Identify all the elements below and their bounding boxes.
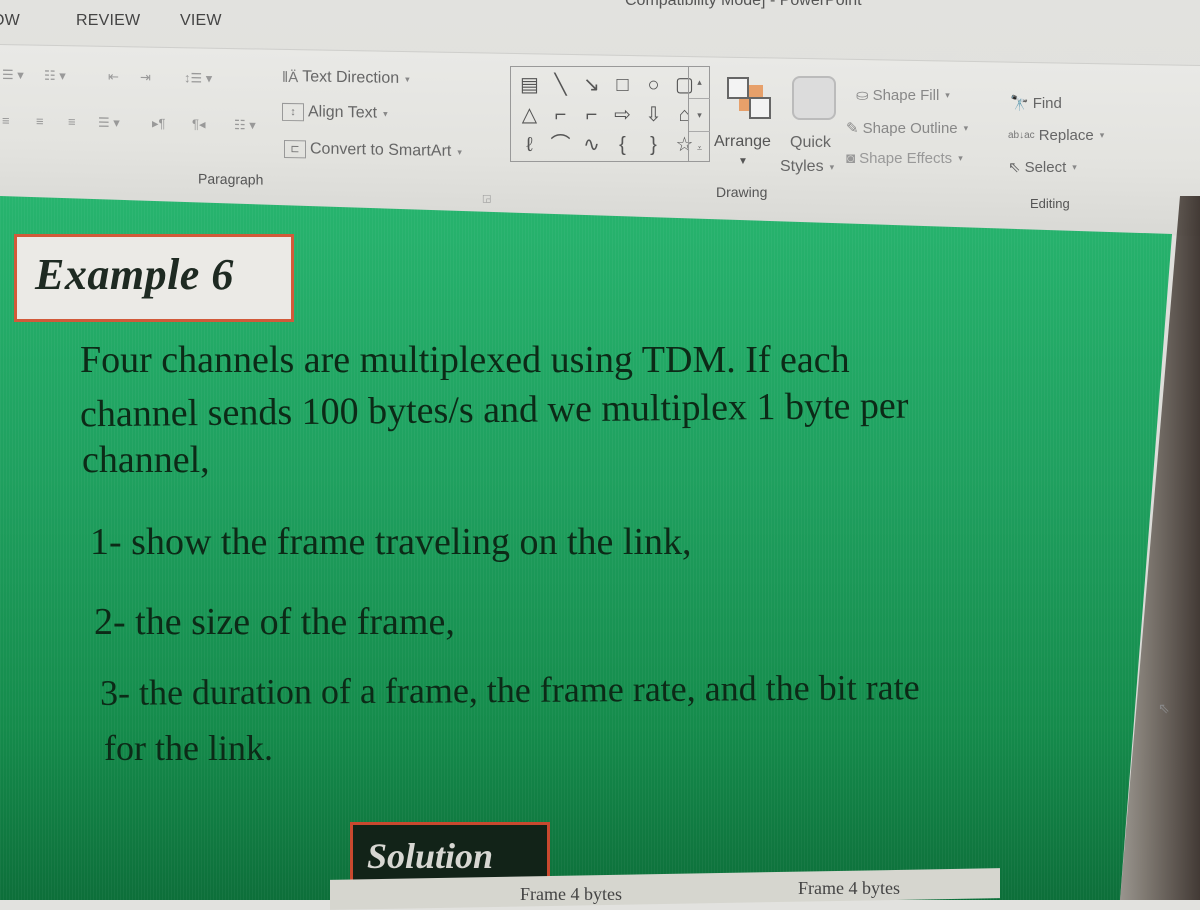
- quick-styles-label-2: Styles: [780, 158, 824, 175]
- shape-rectangle[interactable]: □: [608, 71, 637, 99]
- shape-effects-icon: ◙: [846, 150, 856, 167]
- question-item-3-line-2: for the link.: [104, 728, 273, 768]
- frame-label-1: Frame 4 bytes: [520, 884, 622, 904]
- shape-triangle[interactable]: △: [515, 101, 544, 129]
- quick-styles-button[interactable]: Quick: [790, 134, 831, 152]
- shape-fill-button[interactable]: ⛀ Shape Fill ▾: [856, 86, 950, 105]
- heading-box[interactable]: Example 6: [14, 234, 294, 322]
- find-button[interactable]: 🔭 Find: [1010, 94, 1062, 113]
- text-direction-button[interactable]: ‖Ä Text Direction ▾: [282, 68, 410, 88]
- shape-outline-label: Shape Outline: [862, 119, 958, 137]
- ltr-icon[interactable]: ▸¶: [152, 116, 166, 132]
- chevron-down-icon: ▾: [1072, 161, 1077, 172]
- chevron-down-icon: ▾: [457, 146, 462, 157]
- replace-label: Replace: [1038, 127, 1094, 144]
- shape-effects-button[interactable]: ◙ Shape Effects ▾: [846, 150, 963, 167]
- replace-button[interactable]: ab↓ac Replace ▾: [1008, 127, 1104, 144]
- window-title: Compatibility Mode] - PowerPoint: [625, 0, 862, 9]
- slide[interactable]: Example 6 Four channels are multiplexed …: [0, 196, 1200, 910]
- quick-styles-label: Quick: [790, 134, 831, 151]
- chevron-down-icon: ▾: [958, 153, 963, 163]
- shape-right-arrow[interactable]: ⇨: [608, 101, 637, 129]
- intro-line-3: channel,: [82, 439, 210, 481]
- slide-heading: Example 6: [35, 250, 234, 299]
- shapes-gallery-scroll[interactable]: ▴ ▾ ⩡: [688, 66, 710, 162]
- arrange-icon[interactable]: [727, 77, 775, 119]
- shape-textbox[interactable]: ▤: [515, 71, 544, 99]
- chevron-down-icon: ▼: [738, 156, 748, 167]
- convert-smartart-label: Convert to SmartArt: [310, 140, 452, 160]
- shape-elbow-arrow[interactable]: ⌐: [577, 101, 606, 129]
- shape-right-brace[interactable]: }: [639, 131, 668, 159]
- shape-arrow-line[interactable]: ↘: [577, 71, 606, 99]
- binoculars-icon: 🔭: [1010, 95, 1029, 112]
- paint-bucket-icon: ⛀: [856, 87, 869, 104]
- text-direction-label: Text Direction: [302, 68, 400, 87]
- chevron-down-icon: ▾: [829, 161, 835, 172]
- chevron-down-icon: ▾: [405, 73, 410, 84]
- mouse-cursor-icon: ⇖: [1158, 700, 1170, 716]
- more-shapes-icon[interactable]: ⩡: [689, 132, 710, 164]
- shape-elbow-connector[interactable]: ⌐: [546, 101, 575, 129]
- align-text-label: Align Text: [308, 103, 378, 122]
- text-direction-icon: ‖Ä: [282, 68, 299, 86]
- shape-outline-button[interactable]: ✎ Shape Outline ▾: [846, 119, 969, 138]
- align-left-icon[interactable]: ≡: [2, 113, 10, 128]
- frame-label-2: Frame 4 bytes: [798, 878, 900, 898]
- scroll-down-icon[interactable]: ▾: [689, 99, 710, 132]
- shape-freeform[interactable]: ℓ: [515, 131, 544, 159]
- shape-oval[interactable]: ○: [639, 71, 668, 99]
- shape-curve[interactable]: ∿: [577, 131, 606, 159]
- find-label: Find: [1032, 94, 1062, 112]
- line-spacing-icon[interactable]: ↕☰ ▾: [184, 70, 212, 86]
- select-button[interactable]: ⇖ Select ▾: [1008, 158, 1077, 177]
- pencil-icon: ✎: [846, 120, 859, 137]
- quick-styles-button-2[interactable]: Styles ▾: [780, 158, 834, 176]
- cursor-arrow-icon: ⇖: [1008, 159, 1021, 176]
- chevron-down-icon: ▾: [1099, 130, 1105, 140]
- scroll-up-icon[interactable]: ▴: [689, 66, 710, 99]
- question-item-3-line-1: 3- the duration of a frame, the frame ra…: [99, 667, 920, 713]
- shape-left-brace[interactable]: {: [608, 131, 637, 159]
- tab-review[interactable]: REVIEW: [76, 12, 140, 30]
- align-right-icon[interactable]: ≡: [68, 114, 76, 129]
- shapes-gallery[interactable]: ▤ ╲ ↘ □ ○ ▢ △ ⌐ ⌐ ⇨ ⇩ ⌂ ℓ ⌒ ∿ { } ☆: [510, 66, 710, 162]
- bullets-icon[interactable]: ☰ ▾: [2, 67, 24, 83]
- intro-line-1: Four channels are multiplexed using TDM.…: [80, 339, 850, 381]
- align-center-icon[interactable]: ≡: [36, 114, 44, 129]
- numbering-icon[interactable]: ☷ ▾: [44, 68, 66, 84]
- shape-fill-label: Shape Fill: [872, 86, 940, 104]
- chevron-down-icon: ▾: [963, 122, 969, 133]
- tab-view[interactable]: VIEW: [180, 12, 222, 30]
- align-text-button[interactable]: ↕ Align Text ▾: [282, 102, 388, 123]
- shape-down-arrow[interactable]: ⇩: [639, 101, 668, 129]
- arrange-button[interactable]: Arrange: [714, 133, 771, 151]
- align-text-icon: ↕: [282, 102, 304, 122]
- rtl-icon[interactable]: ¶◂: [192, 116, 206, 132]
- group-label-paragraph: Paragraph: [198, 170, 264, 188]
- justify-icon[interactable]: ☰ ▾: [98, 115, 120, 131]
- select-label: Select: [1024, 158, 1067, 176]
- increase-indent-icon[interactable]: ⇥: [140, 69, 151, 85]
- quick-styles-icon[interactable]: [792, 76, 836, 120]
- solution-label: Solution: [367, 836, 494, 876]
- convert-smartart-button[interactable]: ⊏ Convert to SmartArt ▾: [284, 139, 462, 161]
- shape-arc[interactable]: ⌒: [546, 131, 575, 159]
- decrease-indent-icon[interactable]: ⇤: [108, 69, 119, 85]
- intro-line-2: channel sends 100 bytes/s and we multipl…: [79, 384, 909, 436]
- question-item-2: 2- the size of the frame,: [94, 601, 455, 643]
- tab-slide-show[interactable]: OW: [0, 12, 20, 30]
- replace-icon: ab↓ac: [1008, 130, 1035, 141]
- question-item-1: 1- show the frame traveling on the link,: [90, 521, 692, 563]
- chevron-down-icon: ▾: [383, 108, 388, 119]
- smartart-icon: ⊏: [284, 139, 306, 159]
- chevron-down-icon: ▾: [945, 89, 950, 100]
- columns-icon[interactable]: ☷ ▾: [234, 117, 256, 133]
- shape-line[interactable]: ╲: [546, 71, 575, 99]
- shape-effects-label: Shape Effects: [859, 150, 953, 167]
